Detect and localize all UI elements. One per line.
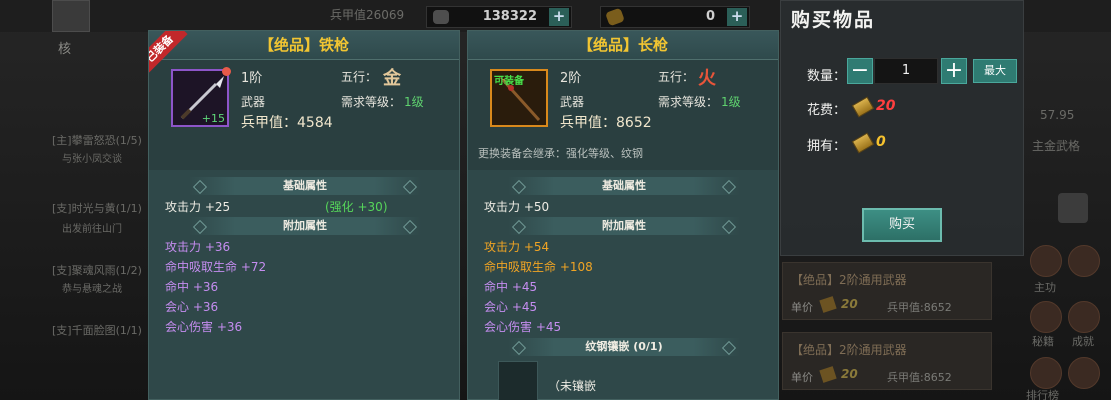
item-type: 武器 (241, 95, 266, 109)
item-tier: 1阶 (241, 71, 263, 86)
item-type: 武器 (560, 95, 585, 109)
extra-stat: 攻击力 +54 (484, 240, 550, 254)
extra-stat: 会心 +45 (484, 300, 538, 314)
cost-label: 花费： (807, 103, 847, 118)
side-menu-label: 秘籍 (1032, 335, 1054, 348)
fire-element-icon: 火 (698, 68, 716, 89)
grid-menu-icon[interactable] (1058, 193, 1088, 223)
shop-item-price-label: 单价 (791, 301, 813, 314)
quest-line[interactable]: [主]攀雷怒恐(1/5) (52, 132, 142, 148)
silver-currency: 138322 + (426, 6, 572, 28)
silver-amount: 138322 (482, 9, 537, 24)
buy-button[interactable]: 购买 (862, 208, 942, 242)
side-menu-label[interactable]: 主金武格 (1032, 137, 1080, 154)
extra-attr-header: 附加属性 (508, 217, 740, 235)
extra-stat: 命中 +36 (165, 280, 219, 294)
extra-stat: 命中吸取生命 +72 (165, 260, 267, 274)
gold-coin-icon (819, 296, 837, 313)
shop-item-title: 【绝品】2阶通用武器 (791, 273, 907, 287)
can-equip-badge: 可装备 (494, 76, 524, 87)
gem-empty-text: （未镶嵌 (548, 379, 597, 393)
skill-icon[interactable] (1030, 245, 1062, 277)
shop-list-item[interactable]: 【绝品】2阶通用武器 单价 20 兵甲值:8652 (782, 332, 992, 390)
side-menu: 主金武格 主功 秘籍 成就 排行榜 (1022, 95, 1111, 400)
notification-dot (222, 67, 231, 76)
armor-value: 兵甲值：4584 (241, 115, 333, 131)
candidate-item-panel: 【绝品】长枪 可装备 2阶 五行： 火 武器 需求等级： 1级 兵甲值：8652… (467, 30, 779, 400)
base-stat: 攻击力 +50 (484, 200, 550, 214)
cost-value: 20 (876, 98, 896, 114)
add-silver-button[interactable]: + (549, 8, 569, 26)
five-elements-label: 五行： (658, 70, 695, 84)
gift-icon[interactable] (1068, 357, 1100, 389)
silver-icon (433, 10, 449, 24)
quest-line[interactable]: [支]千面脸图(1/1) (52, 322, 142, 338)
shop-item-price: 20 (841, 297, 858, 311)
extra-stat: 会心 +36 (165, 300, 219, 314)
quest-line: 出发前往山门 (62, 224, 122, 235)
side-menu-label: 排行榜 (1026, 389, 1059, 400)
trophy-icon[interactable] (1068, 301, 1100, 333)
side-label: 核 (58, 42, 72, 57)
shop-item-price: 20 (841, 367, 858, 381)
level-req-value: 1级 (404, 95, 424, 109)
shop-item-armor: 兵甲值:8652 (887, 301, 952, 314)
level-req-label: 需求等级： (658, 95, 719, 109)
iron-spear-icon[interactable]: +15 (171, 67, 231, 127)
gem-socket-header: 纹钢镶嵌 (0/1) (508, 338, 740, 356)
extra-stat: 攻击力 +36 (165, 240, 231, 254)
equipped-item-panel: 【绝品】铁枪 已装备 +15 1阶 五行： 金 武器 需求等级： 1级 兵甲值：… (148, 30, 460, 400)
quest-line: 恭与悬魂之战 (62, 284, 122, 295)
metal-element-icon: 金 (383, 68, 401, 89)
extra-stat: 命中吸取生命 +108 (484, 260, 593, 274)
side-menu-label: 成就 (1072, 335, 1094, 348)
enhance-level: +15 (201, 112, 225, 125)
enhance-bonus: (强化 +30) (325, 200, 388, 214)
extra-attr-header: 附加属性 (189, 217, 421, 235)
quest-tracker: [主]攀雷怒恐(1/5) 与张小凤交谈 [支]时光与黄(1/1) 出发前往山门 … (52, 88, 144, 388)
inherit-note: 更换装备会继承：强化等级、纹钢 (478, 147, 643, 160)
extra-stat: 会心伤害 +45 (484, 320, 562, 334)
own-label: 拥有： (807, 139, 847, 154)
increase-quantity-button[interactable]: + (941, 58, 967, 84)
mount-icon[interactable] (1068, 245, 1100, 277)
candidate-item-title: 【绝品】长枪 (468, 31, 778, 60)
owned-value: 0 (876, 134, 886, 150)
shop-list-item[interactable]: 【绝品】2阶通用武器 单价 20 兵甲值:8652 (782, 262, 992, 320)
base-stat: 攻击力 +25 (165, 200, 231, 214)
player-avatar[interactable] (52, 0, 90, 32)
level-req-label: 需求等级： (341, 95, 402, 109)
rank-icon[interactable] (1030, 357, 1062, 389)
max-quantity-button[interactable]: 最大 (973, 59, 1017, 83)
level-req-value: 1级 (721, 95, 741, 109)
book-icon[interactable] (1030, 301, 1062, 333)
quantity-label: 数量： (807, 69, 847, 84)
shop-item-title: 【绝品】2阶通用武器 (791, 343, 907, 357)
quantity-input[interactable]: 1 (874, 58, 938, 84)
item-tier: 2阶 (560, 71, 582, 86)
armor-value: 兵甲值：8652 (560, 115, 652, 131)
extra-stat: 命中 +45 (484, 280, 538, 294)
gem-socket[interactable] (498, 361, 538, 400)
long-spear-icon[interactable]: 可装备 (490, 69, 548, 127)
base-attr-header: 基础属性 (189, 177, 421, 195)
gold-amount: 0 (705, 9, 715, 24)
add-gold-button[interactable]: + (727, 8, 747, 26)
five-elements-label: 五行： (341, 70, 378, 84)
quest-line[interactable]: [支]时光与黄(1/1) (52, 200, 142, 216)
gold-coin-icon (819, 366, 837, 383)
shop-item-armor: 兵甲值:8652 (887, 371, 952, 384)
armor-total: 兵甲值26069 (330, 8, 405, 22)
side-menu-label: 主功 (1034, 281, 1056, 294)
base-attr-header: 基础属性 (508, 177, 740, 195)
decrease-quantity-button[interactable]: − (847, 58, 873, 84)
gold-icon (605, 7, 625, 27)
extra-stat: 会心伤害 +36 (165, 320, 243, 334)
quest-line[interactable]: [支]聚魂风雨(1/2) (52, 262, 142, 278)
quest-line: 与张小凤交谈 (62, 154, 122, 165)
purchase-title: 购买物品 (791, 9, 876, 31)
gold-currency: 0 + (600, 6, 750, 28)
shop-item-price-label: 单价 (791, 371, 813, 384)
